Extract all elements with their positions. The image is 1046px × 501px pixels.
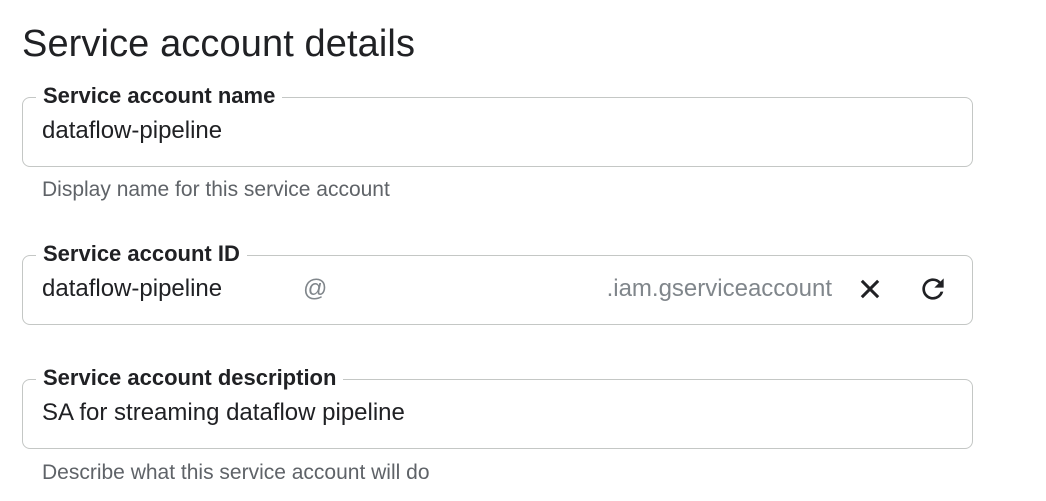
- service-account-description-hint: Describe what this service account will …: [42, 461, 430, 484]
- service-account-id-label: Service account ID: [36, 241, 247, 267]
- service-account-name-hint: Display name for this service account: [42, 178, 390, 201]
- service-account-description-input[interactable]: SA for streaming dataflow pipeline: [42, 398, 405, 428]
- service-account-name-label: Service account name: [36, 83, 283, 109]
- service-account-description-field[interactable]: Service account description SA for strea…: [22, 365, 973, 449]
- page-title: Service account details: [22, 23, 416, 65]
- service-account-name-field[interactable]: Service account name dataflow-pipeline: [22, 83, 973, 167]
- close-icon[interactable]: [852, 271, 888, 307]
- at-sign: @: [303, 275, 328, 302]
- service-account-description-label: Service account description: [36, 365, 344, 391]
- service-account-id-input[interactable]: dataflow-pipeline: [42, 274, 222, 304]
- domain-suffix: .iam.gserviceaccount: [606, 275, 832, 302]
- service-account-details-form: Service account details Service account …: [0, 0, 1046, 501]
- service-account-id-field[interactable]: Service account ID dataflow-pipeline @ .…: [22, 241, 973, 325]
- service-account-name-input[interactable]: dataflow-pipeline: [42, 116, 222, 146]
- refresh-icon[interactable]: [915, 271, 951, 307]
